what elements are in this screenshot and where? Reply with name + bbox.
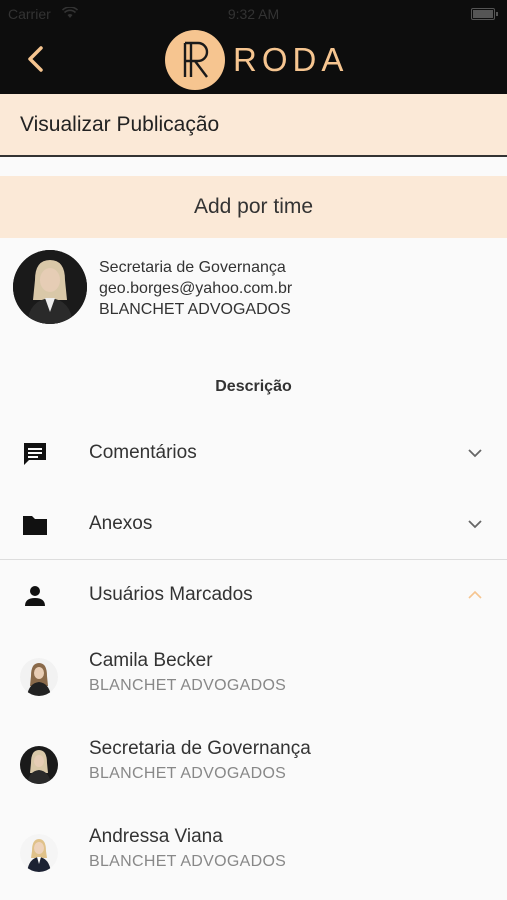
comment-icon	[24, 443, 46, 465]
app-header: Carrier 9:32 AM RODA	[0, 0, 507, 94]
user-name: Camila Becker	[89, 650, 213, 671]
section-divider	[0, 559, 507, 560]
author-avatar	[13, 250, 87, 324]
author-name: Secretaria de Governança	[99, 259, 286, 276]
chevron-down-icon	[468, 449, 482, 458]
folder-icon	[23, 516, 47, 535]
status-time: 9:32 AM	[227, 6, 280, 22]
person-icon	[25, 586, 45, 606]
user-name: Andressa Viana	[89, 826, 223, 847]
user-company: BLANCHET ADVOGADOS	[89, 853, 287, 870]
author-info: Secretaria de Governança geo.borges@yaho…	[99, 257, 292, 320]
section-label: Anexos	[89, 513, 153, 534]
logo-mark	[165, 30, 225, 90]
section-comments[interactable]: Comentários	[0, 423, 507, 483]
section-label: Usuários Marcados	[89, 584, 253, 605]
tagged-user-item[interactable]: Andressa Viana BLANCHET ADVOGADOS	[0, 826, 507, 896]
tagged-user-item[interactable]: Secretaria de Governança BLANCHET ADVOGA…	[0, 738, 507, 808]
add-by-team-button[interactable]: Add por time	[0, 176, 507, 238]
logo-r-icon	[183, 41, 209, 78]
avatar	[20, 834, 58, 872]
page-title: Visualizar Publicação	[20, 113, 220, 136]
avatar	[20, 746, 58, 784]
tagged-user-item[interactable]: Camila Becker BLANCHET ADVOGADOS	[0, 650, 507, 720]
author-company: BLANCHET ADVOGADOS	[99, 301, 291, 318]
chevron-up-icon	[468, 590, 482, 599]
avatar	[20, 658, 58, 696]
user-company: BLANCHET ADVOGADOS	[89, 765, 287, 782]
battery-icon	[471, 8, 498, 20]
description-heading: Descrição	[215, 378, 292, 395]
user-name: Secretaria de Governança	[89, 738, 311, 759]
user-company: BLANCHET ADVOGADOS	[89, 677, 287, 694]
page-title-bar: Visualizar Publicação	[0, 94, 507, 157]
status-bar: Carrier 9:32 AM	[0, 6, 507, 24]
section-tagged-users[interactable]: Usuários Marcados	[0, 565, 507, 625]
brand-name: RODA	[233, 41, 349, 78]
section-label: Comentários	[89, 442, 197, 463]
back-chevron-icon[interactable]	[22, 40, 52, 78]
section-attachments[interactable]: Anexos	[0, 494, 507, 554]
author-email: geo.borges@yahoo.com.br	[99, 280, 293, 297]
chevron-down-icon	[468, 520, 482, 529]
